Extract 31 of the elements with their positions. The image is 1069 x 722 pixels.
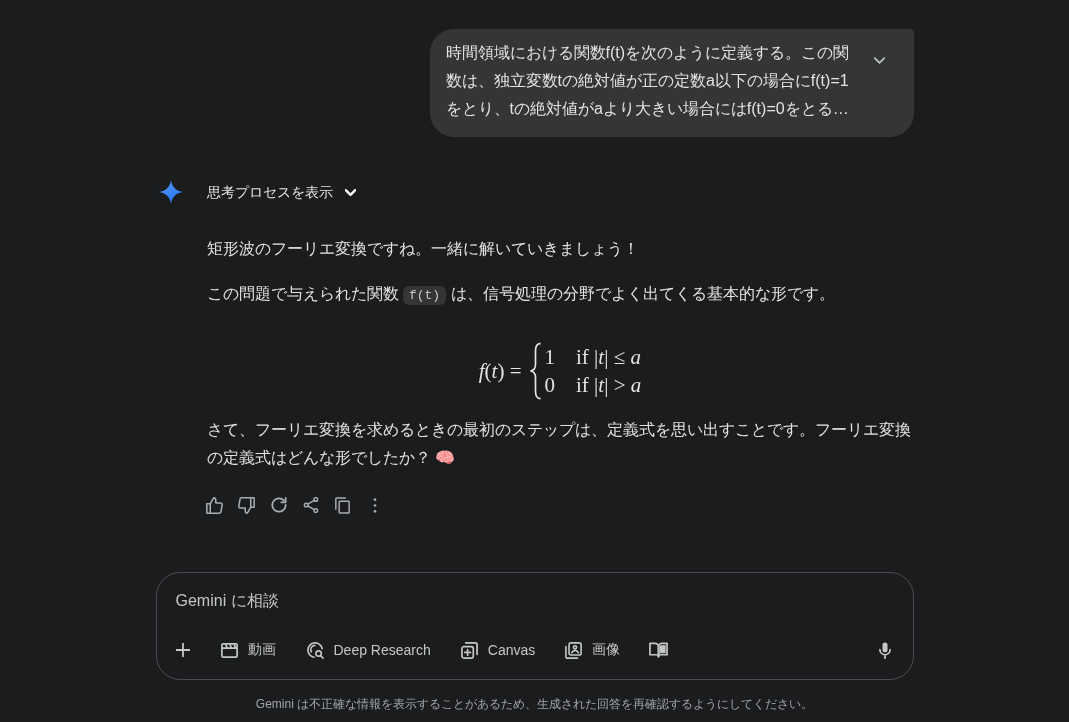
- clapperboard-icon: [220, 642, 238, 658]
- tool-button[interactable]: 画像: [557, 632, 629, 668]
- thumbs-up-icon: [206, 496, 223, 514]
- case-condition: if |t| ≤ a: [576, 344, 642, 371]
- case-value: 0: [544, 372, 556, 399]
- response-paragraph: この問題で与えられた関数 f(t) は、信号処理の分野でよく出てくる基本的な形です。: [206, 284, 836, 307]
- disclaimer-text: Gemini は不正確な情報を表示することがあるため、生成された回答を再確認するようにしてください。: [254, 696, 815, 712]
- prompt-input[interactable]: Gemini に相談: [175, 589, 576, 613]
- add-layer-icon: [460, 641, 478, 659]
- sparkle-icon: [158, 180, 183, 204]
- case-condition: if |t| > a: [576, 372, 642, 399]
- thumbs-down-icon: [238, 496, 255, 514]
- tool-button[interactable]: Deep Research: [297, 632, 439, 668]
- plus-icon: [175, 643, 190, 657]
- book-icon: [648, 642, 668, 658]
- more-vertical-icon: [372, 497, 377, 513]
- microphone-icon: [878, 641, 891, 659]
- show-thinking-button[interactable]: 思考プロセスを表示: [206, 182, 356, 202]
- tool-button[interactable]: 動画: [212, 632, 284, 668]
- user-message-text: 時間領域における関数f(t)を次のように定義する。この関数は、独立変数tの絶対値が正の定数a以下の場合にf(t)=1をとり、tの絶対値がaより大きい場合にはf(t)=0をとる…: [445, 43, 851, 119]
- left-brace-icon: [528, 341, 542, 401]
- share-icon: [302, 497, 319, 513]
- refresh-icon: [270, 497, 287, 513]
- case-value: 1: [544, 344, 556, 371]
- formula-lhs: f(t) =: [478, 358, 522, 384]
- image-stack-icon: [565, 641, 583, 659]
- circle-magnifier-icon: [305, 641, 324, 659]
- tool-button[interactable]: Canvas: [452, 632, 544, 668]
- response-paragraph: 矩形波のフーリエ変換ですね。一緒に解いていきましょう！: [206, 239, 640, 259]
- copy-icon: [335, 496, 350, 514]
- response-paragraph: さて、フーリエ変換を求めるときの最初のステップは、定義式を思い出すことです。フーリエ変換の定義式はどんな形でしたか？ 🧠: [206, 420, 912, 468]
